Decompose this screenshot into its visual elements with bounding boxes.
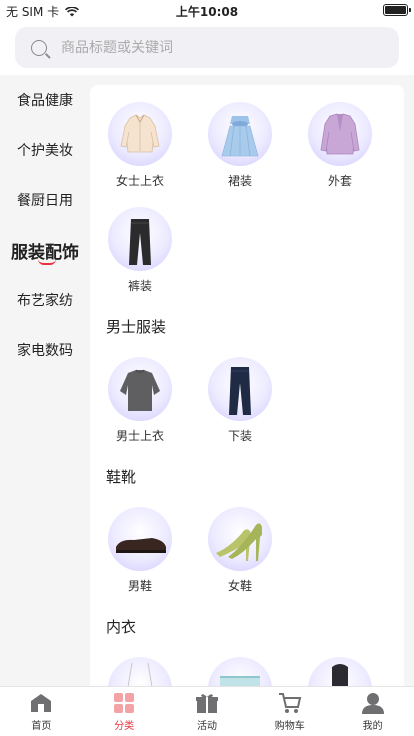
underwear-image-3 <box>308 657 372 686</box>
tab-label: 购物车 <box>274 720 305 732</box>
tab-cart[interactable]: 购物车 <box>248 687 331 736</box>
cart-icon <box>277 692 303 714</box>
bottoms-image <box>208 357 272 421</box>
sidebar-item-label: 食品健康 <box>17 93 73 109</box>
category-label: 下装 <box>227 429 252 443</box>
gift-icon <box>194 692 220 714</box>
sidebar-item-label: 个护美妆 <box>17 143 73 159</box>
womens-tops-image <box>108 102 172 166</box>
category-label: 外套 <box>327 174 352 188</box>
sidebar-item-personal-care[interactable]: 个护美妆 <box>0 125 90 175</box>
section-title-shoes: 鞋靴 <box>106 468 137 486</box>
sidebar-item-apparel[interactable]: 服装配饰 <box>0 225 90 275</box>
category-womens-shoes[interactable]: 女鞋 <box>190 507 290 594</box>
category-pants[interactable]: 裤装 <box>90 207 190 294</box>
category-label: 男鞋 <box>127 579 152 593</box>
search-input[interactable] <box>61 39 361 56</box>
coats-image <box>308 102 372 166</box>
sidebar-item-label: 家电数码 <box>17 343 73 359</box>
category-label: 裙装 <box>227 174 252 188</box>
tab-label: 我的 <box>362 720 383 732</box>
section-title-mens-clothing: 男士服装 <box>106 318 167 336</box>
mens-shoes-image <box>108 507 172 571</box>
tab-profile[interactable]: 我的 <box>331 687 414 736</box>
category-label: 裤装 <box>127 279 152 293</box>
category-mens-shoes[interactable]: 男鞋 <box>90 507 190 594</box>
category-label: 女鞋 <box>227 579 252 593</box>
sidebar-item-food-health[interactable]: 食品健康 <box>0 75 90 125</box>
category-underwear-2[interactable] <box>190 657 290 686</box>
sidebar-item-electronics[interactable]: 家电数码 <box>0 325 90 375</box>
section-title-underwear: 内衣 <box>106 618 137 636</box>
category-sidebar: 食品健康 个护美妆 餐厨日用 服装配饰 布艺家纺 家电数码 <box>0 75 90 686</box>
tab-home[interactable]: 首页 <box>0 687 83 736</box>
home-icon <box>28 692 54 714</box>
sidebar-item-home-textiles[interactable]: 布艺家纺 <box>0 275 90 325</box>
profile-icon <box>360 692 386 714</box>
underwear-image-2 <box>208 657 272 686</box>
womens-shoes-image <box>208 507 272 571</box>
sidebar-item-label: 布艺家纺 <box>17 293 73 309</box>
battery-icon <box>383 4 411 16</box>
search-icon <box>31 39 47 56</box>
tab-label: 首页 <box>31 720 52 732</box>
active-indicator <box>38 259 56 265</box>
mens-tops-image <box>108 357 172 421</box>
category-label: 男士上衣 <box>115 429 164 443</box>
bottom-tab-bar: 首页 分类 活动 购物车 我的 <box>0 686 414 736</box>
sidebar-item-label: 餐厨日用 <box>17 193 73 209</box>
sidebar-item-kitchen[interactable]: 餐厨日用 <box>0 175 90 225</box>
category-label: 女士上衣 <box>115 174 164 188</box>
category-bottoms[interactable]: 下装 <box>190 357 290 444</box>
tab-category[interactable]: 分类 <box>83 687 166 736</box>
category-coats[interactable]: 外套 <box>290 102 390 189</box>
dresses-image <box>208 102 272 166</box>
status-time: 上午10:08 <box>175 5 239 19</box>
underwear-image-1 <box>108 657 172 686</box>
search-bar[interactable] <box>15 27 399 68</box>
category-icon <box>111 692 137 714</box>
category-dresses[interactable]: 裙装 <box>190 102 290 189</box>
category-mens-tops[interactable]: 男士上衣 <box>90 357 190 444</box>
category-underwear-3[interactable] <box>290 657 390 686</box>
tab-activity[interactable]: 活动 <box>166 687 249 736</box>
search-header <box>0 20 414 75</box>
status-bar: 无 SIM 卡 上午10:08 <box>0 0 414 20</box>
category-content: 女士上衣 裙装 外套 裤装 男士服装 男士上衣 下装 鞋靴 男鞋 女鞋 内衣 <box>90 85 404 686</box>
tab-label: 活动 <box>196 720 217 732</box>
category-underwear-1[interactable] <box>90 657 190 686</box>
category-womens-tops[interactable]: 女士上衣 <box>90 102 190 189</box>
pants-image <box>108 207 172 271</box>
tab-label: 分类 <box>114 720 135 732</box>
